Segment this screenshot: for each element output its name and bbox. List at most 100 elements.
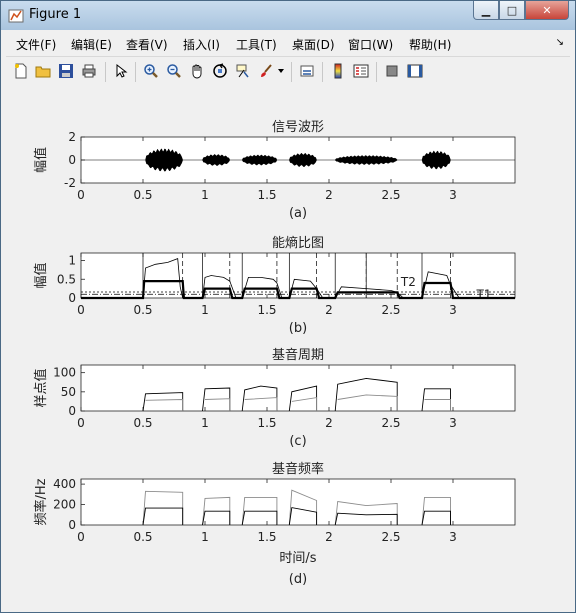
- maximize-icon: □: [506, 3, 518, 17]
- print-icon[interactable]: [80, 62, 98, 80]
- threshold-t2-label: T2: [400, 275, 416, 289]
- link-plot-icon[interactable]: [298, 62, 316, 80]
- x-tick-label: 0.5: [133, 188, 152, 202]
- menu-edit[interactable]: 编辑(E): [71, 36, 112, 53]
- pan-hand-icon[interactable]: [188, 62, 206, 80]
- menu-insert[interactable]: 插入(I): [183, 36, 220, 53]
- chart-title: 基音频率: [272, 461, 324, 477]
- insert-colorbar-icon[interactable]: [329, 62, 347, 80]
- x-axis-label: 时间/s: [279, 551, 316, 566]
- open-file-icon[interactable]: [34, 62, 52, 80]
- new-figure-icon[interactable]: [12, 62, 30, 80]
- zoom-in-icon[interactable]: [142, 62, 160, 80]
- x-tick-label: 3: [449, 303, 457, 317]
- y-tick-label: 1: [68, 254, 76, 268]
- x-tick-label: 1.5: [257, 303, 276, 317]
- y-axis-label: 样点值: [33, 368, 49, 407]
- x-tick-label: 1: [201, 303, 209, 317]
- x-tick-label: 2.5: [381, 530, 400, 544]
- insert-legend-icon[interactable]: [352, 62, 370, 80]
- threshold-t1-label: T1: [476, 287, 492, 301]
- zoom-out-icon[interactable]: [165, 62, 183, 80]
- x-tick-label: 0: [77, 188, 85, 202]
- x-tick-label: 1.5: [257, 530, 276, 544]
- subplot-caption: (b): [289, 321, 307, 336]
- x-tick-label: 1: [201, 188, 209, 202]
- figure-window: Figure 1 ▁ □ ✕ 文件(F) 编辑(E) 查看(V) 插入(I) 工…: [0, 0, 576, 613]
- x-tick-label: 2: [325, 530, 333, 544]
- minimize-button[interactable]: ▁: [473, 1, 499, 20]
- subplot-caption: (c): [289, 434, 306, 449]
- figure-plots: 信号波形幅值0 0.5 1 1.5 2 2.5 320-2(a) 能熵比图幅值0 0.5 1 1.…: [33, 120, 516, 587]
- x-tick-label: 0.5: [133, 530, 152, 544]
- subplot-caption: (a): [289, 206, 307, 221]
- x-tick-label: 0.5: [133, 303, 152, 317]
- y-tick-label: 400: [53, 477, 76, 491]
- close-icon: ✕: [542, 3, 552, 17]
- y-tick-label: 2: [68, 130, 76, 144]
- x-tick-label: 2.5: [381, 188, 400, 202]
- menu-tools[interactable]: 工具(T): [236, 36, 277, 53]
- toolbar: [6, 56, 570, 88]
- rotate-3d-icon[interactable]: [211, 62, 229, 80]
- maximize-button[interactable]: □: [499, 1, 525, 20]
- brush-dropdown-icon[interactable]: [276, 62, 286, 80]
- subplot-signal-waveform[interactable]: 信号波形幅值0 0.5 1 1.5 2 2.5 320-2(a): [33, 120, 516, 221]
- menu-window[interactable]: 窗口(W): [348, 36, 393, 53]
- x-tick-label: 0.5: [133, 416, 152, 430]
- save-icon[interactable]: [57, 62, 75, 80]
- y-axis-label: 幅值: [33, 262, 49, 288]
- x-tick-label: 1.5: [257, 188, 276, 202]
- x-tick-label: 1: [201, 530, 209, 544]
- chart-title: 基音周期: [272, 347, 324, 363]
- y-tick-label: 0: [68, 518, 76, 532]
- x-tick-label: 2.5: [381, 416, 400, 430]
- chart-title: 信号波形: [272, 120, 324, 135]
- x-tick-label: 2: [325, 416, 333, 430]
- brush-icon[interactable]: [257, 62, 275, 80]
- edit-plot-arrow-icon[interactable]: [112, 62, 130, 80]
- figure-canvas[interactable]: 信号波形 幅值 0 0.5 1 1.5 2 2.5 3 2 0 -2 (a) 能熵比图 幅值 0 0.5 1 1.…: [6, 87, 570, 607]
- menu-desktop[interactable]: 桌面(D): [292, 36, 335, 53]
- x-tick-label: 1: [201, 416, 209, 430]
- dock-arrow-icon[interactable]: ↘: [556, 37, 564, 48]
- x-tick-label: 3: [449, 416, 457, 430]
- y-tick-label: 100: [53, 366, 76, 380]
- subplot-caption: (d): [289, 572, 307, 587]
- y-tick-label: 50: [61, 385, 76, 399]
- y-tick-label: 0: [68, 153, 76, 167]
- y-axis-label: 幅值: [33, 147, 49, 173]
- title-bar[interactable]: Figure 1 ▁ □ ✕: [1, 1, 575, 30]
- data-cursor-icon[interactable]: [234, 62, 252, 80]
- close-button[interactable]: ✕: [525, 1, 569, 20]
- minimize-icon: ▁: [481, 3, 491, 17]
- show-plot-tools-icon[interactable]: [406, 62, 424, 80]
- menu-view[interactable]: 查看(V): [126, 36, 168, 53]
- y-tick-label: 200: [53, 498, 76, 512]
- y-tick-label: -2: [64, 176, 76, 190]
- waveform-segment: [241, 154, 278, 166]
- x-tick-label: 2: [325, 188, 333, 202]
- x-tick-label: 1.5: [257, 416, 276, 430]
- axes-box: [80, 364, 516, 412]
- axes-box: [80, 478, 516, 526]
- axes-box: [80, 252, 516, 299]
- y-tick-label: 0.5: [57, 272, 76, 286]
- y-tick-label: 0: [68, 291, 76, 305]
- y-axis-label: 频率/Hz: [33, 478, 49, 525]
- matlab-figure-icon: [8, 9, 24, 23]
- subplot-energy-entropy[interactable]: 能熵比图幅值 0 0.5 1 1.5 2 2.5 3 1 0.5 0 (b) T2 T1: [33, 235, 516, 336]
- window-title: Figure 1: [29, 7, 82, 22]
- menu-file[interactable]: 文件(F): [16, 36, 56, 53]
- x-tick-label: 2: [325, 303, 333, 317]
- y-tick-label: 0: [68, 404, 76, 418]
- x-tick-label: 3: [449, 188, 457, 202]
- hide-plot-tools-icon[interactable]: [383, 62, 401, 80]
- x-tick-label: 0: [77, 303, 85, 317]
- x-tick-label: 0: [77, 416, 85, 430]
- x-tick-label: 0: [77, 530, 85, 544]
- subplot-pitch-frequency[interactable]: 基音频率频率/Hz 0 0.5 1 1.5 2 2.5 3 400 200 0 (d) 时间/s: [33, 461, 516, 587]
- chart-title: 能熵比图: [272, 235, 324, 251]
- subplot-pitch-period[interactable]: 基音周期样点值 0 0.5 1 1.5 2 2.5 3 100 50 0 (c): [33, 347, 516, 449]
- menu-help[interactable]: 帮助(H): [409, 36, 451, 53]
